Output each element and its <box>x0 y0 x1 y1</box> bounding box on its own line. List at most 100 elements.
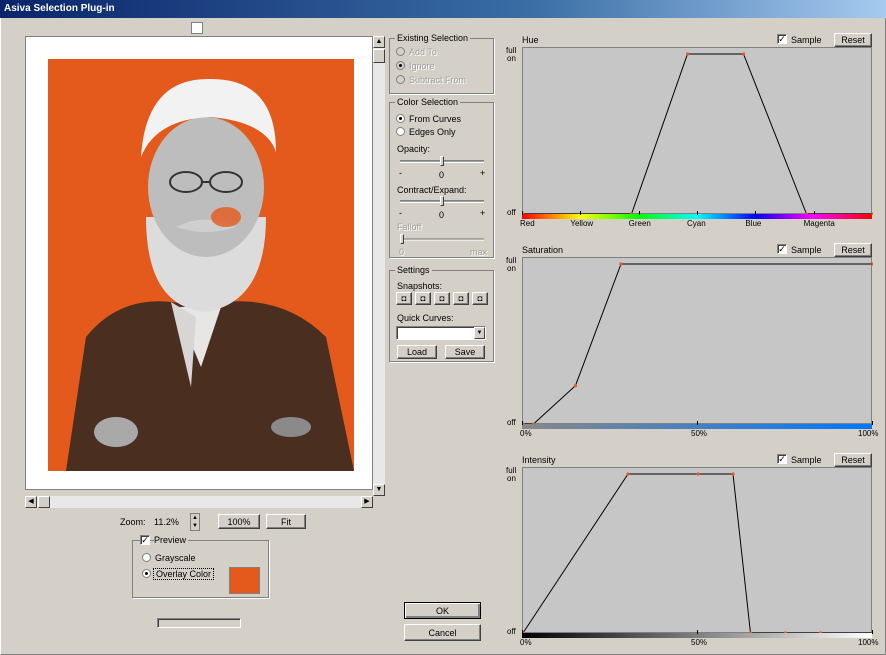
ok-button[interactable]: OK <box>404 602 481 619</box>
overlay-color-label: Overlay Color <box>153 568 215 580</box>
image-preview-pane[interactable] <box>25 36 373 490</box>
saturation-tick <box>697 421 698 425</box>
saturation-control-point[interactable] <box>871 262 873 266</box>
saturation-control-point[interactable] <box>619 262 623 266</box>
saturation-tick <box>522 421 523 425</box>
hue-tick <box>522 211 523 215</box>
from-curves-radio[interactable] <box>396 114 405 123</box>
opacity-slider-thumb[interactable] <box>440 156 444 166</box>
snapshots-label: Snapshots: <box>397 281 443 291</box>
hue-sample-checkbox[interactable]: ✓ <box>777 34 787 44</box>
opacity-minus: - <box>399 168 402 178</box>
from-curves-label: From Curves <box>409 114 462 124</box>
zoom-fit-button[interactable]: Fit <box>266 514 306 529</box>
zoom-value: 11.2% <box>154 517 179 527</box>
ignore-radio[interactable] <box>396 61 405 70</box>
intensity-tick-label: 0% <box>520 638 532 647</box>
opacity-plus: + <box>480 168 486 178</box>
cancel-button[interactable]: Cancel <box>404 624 481 641</box>
intensity-curve-svg <box>523 472 873 634</box>
saturation-control-point[interactable] <box>573 384 578 388</box>
horizontal-scroll-thumb[interactable] <box>38 496 50 508</box>
grayscale-radio[interactable] <box>142 553 151 562</box>
intensity-curve-area[interactable] <box>522 467 873 634</box>
saturation-reset-button[interactable]: Reset <box>834 243 872 257</box>
chevron-down-icon[interactable]: ▼ <box>474 327 485 339</box>
intensity-tick <box>697 630 698 634</box>
saturation-tick-label: 0% <box>520 429 532 438</box>
saturation-on-label: on <box>507 264 516 273</box>
hue-control-point[interactable] <box>741 52 746 56</box>
intensity-curve-line <box>523 473 873 634</box>
hue-tick <box>755 211 757 215</box>
preview-top-handle[interactable] <box>191 22 203 34</box>
zoom-100-button[interactable]: 100% <box>218 514 260 529</box>
preview-checkbox[interactable]: ✓ <box>140 535 150 545</box>
hue-sample-label: Sample <box>791 35 822 45</box>
load-button[interactable]: Load <box>397 345 437 359</box>
overlay-color-swatch[interactable] <box>229 567 260 594</box>
saturation-off-label: off <box>507 418 516 427</box>
saturation-curve-line <box>523 263 873 425</box>
snapshot-5-camera-icon[interactable]: ◘ <box>472 292 488 305</box>
hue-curve-line <box>523 53 873 215</box>
opacity-label: Opacity: <box>397 144 431 154</box>
intensity-tick-label: 100% <box>858 638 879 647</box>
intensity-tick <box>872 630 873 634</box>
hue-tick <box>638 211 640 215</box>
saturation-curve-svg <box>523 262 873 425</box>
hue-tick-label: Blue <box>745 219 762 228</box>
preview-vertical-scrollbar[interactable] <box>373 36 385 490</box>
add-to-radio[interactable] <box>396 47 405 56</box>
hue-curve-area[interactable] <box>522 47 873 215</box>
progress-bar <box>157 618 241 628</box>
hue-tick-label: Red <box>520 219 535 228</box>
preview-label: Preview <box>154 535 189 545</box>
intensity-control-point[interactable] <box>626 472 630 476</box>
contract-expand-label: Contract/Expand: <box>397 185 467 195</box>
scroll-down-button[interactable]: ▼ <box>373 484 385 496</box>
save-button[interactable]: Save <box>445 345 485 359</box>
snapshot-buttons: ◘ ◘ ◘ ◘ ◘ <box>396 292 490 306</box>
overlay-color-radio[interactable] <box>142 569 151 578</box>
snapshot-1-camera-icon[interactable]: ◘ <box>396 292 412 305</box>
scroll-right-button[interactable]: ▶ <box>361 496 373 508</box>
quick-curves-dropdown[interactable]: ▼ <box>396 326 486 340</box>
hue-tick-label: Yellow <box>570 219 594 228</box>
hue-tick-label: Green <box>628 219 651 228</box>
intensity-control-point[interactable] <box>696 472 700 476</box>
edges-only-radio[interactable] <box>396 127 405 136</box>
scroll-left-button[interactable]: ◀ <box>25 496 37 508</box>
snapshot-2-camera-icon[interactable]: ◘ <box>415 292 431 305</box>
scroll-up-button[interactable]: ▲ <box>373 36 385 48</box>
hue-reset-button[interactable]: Reset <box>834 33 872 47</box>
subtract-from-label: Subtract From <box>409 75 467 85</box>
hue-tick-label: Magenta <box>803 219 835 228</box>
hue-off-label: off <box>507 208 516 217</box>
saturation-title: Saturation <box>522 245 564 255</box>
saturation-sample-checkbox[interactable]: ✓ <box>777 244 787 254</box>
intensity-off-label: off <box>507 627 516 636</box>
title-bar: Asiva Selection Plug-in <box>0 0 886 18</box>
subtract-from-radio[interactable] <box>396 75 405 84</box>
saturation-sample-label: Sample <box>791 245 822 255</box>
contract-expand-slider-thumb[interactable] <box>440 196 444 206</box>
hue-control-point[interactable] <box>685 52 690 56</box>
saturation-curve-area[interactable] <box>522 257 873 425</box>
intensity-sample-checkbox[interactable]: ✓ <box>777 454 787 464</box>
preview-horizontal-scrollbar[interactable] <box>25 496 373 508</box>
vertical-scroll-thumb[interactable] <box>373 49 385 63</box>
snapshot-3-camera-icon[interactable]: ◘ <box>434 292 450 305</box>
falloff-slider-thumb[interactable] <box>400 234 404 244</box>
window-title: Asiva Selection Plug-in <box>4 3 115 14</box>
contract-expand-value: 0 <box>439 210 445 220</box>
snapshot-4-camera-icon[interactable]: ◘ <box>453 292 469 305</box>
intensity-reset-button[interactable]: Reset <box>834 453 872 467</box>
hue-tick <box>697 211 698 215</box>
zoom-spinner[interactable]: ▲ ▼ <box>190 513 200 531</box>
falloff-slider-track[interactable] <box>400 238 484 241</box>
saturation-tick <box>872 421 873 425</box>
color-selection-group: Color Selection <box>389 97 494 258</box>
intensity-control-point[interactable] <box>731 472 735 476</box>
falloff-min: 0 <box>399 247 405 257</box>
